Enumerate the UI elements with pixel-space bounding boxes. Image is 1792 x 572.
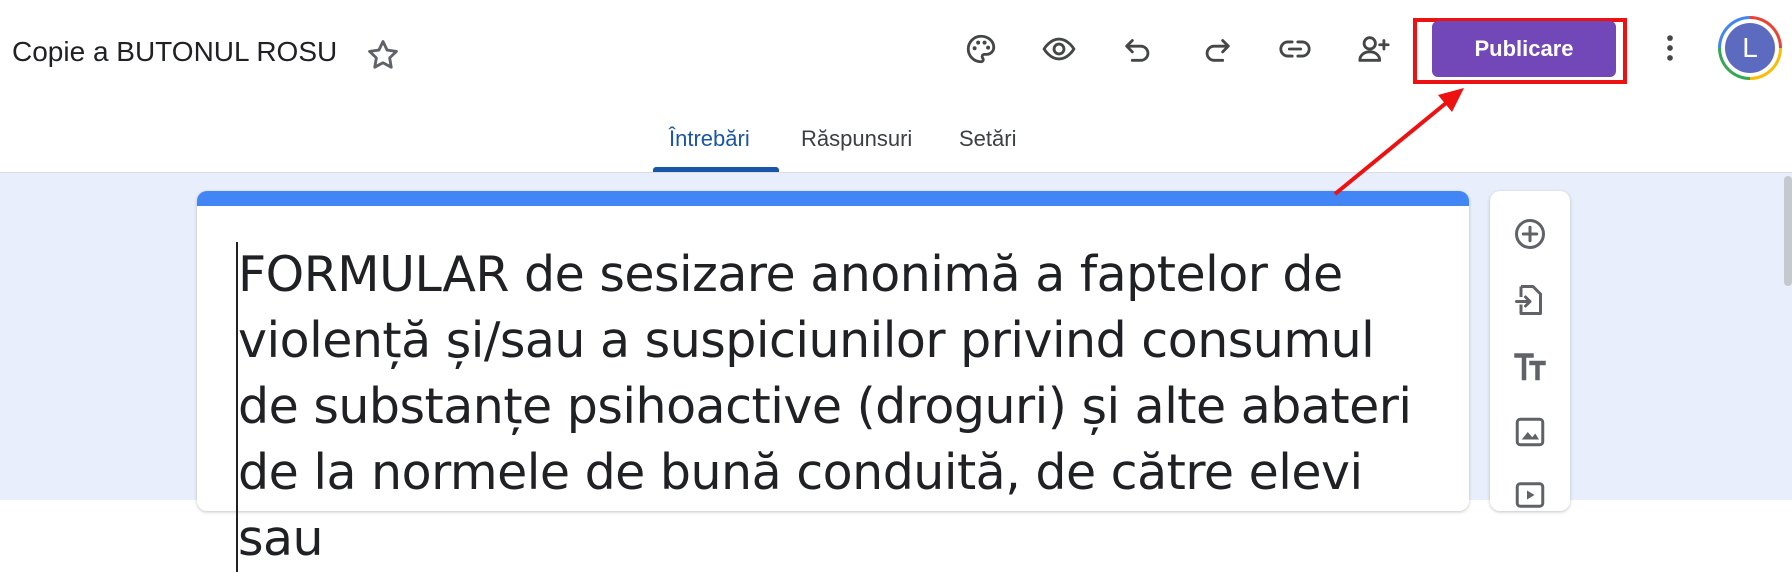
add-question-icon[interactable] [1509, 213, 1551, 255]
avatar[interactable]: L [1725, 23, 1775, 73]
tab-settings[interactable]: Setări [959, 126, 1016, 152]
publish-button[interactable]: Publicare [1432, 21, 1616, 77]
tab-bar: Întrebări Răspunsuri Setări [0, 100, 1792, 173]
redo-icon[interactable] [1196, 28, 1238, 70]
more-options-icon[interactable] [1650, 28, 1690, 68]
side-toolbar [1490, 191, 1570, 511]
tab-questions[interactable]: Întrebări [669, 126, 750, 152]
document-title[interactable]: Copie a BUTONUL ROSU [12, 36, 337, 68]
add-video-icon[interactable] [1509, 474, 1551, 516]
import-questions-icon[interactable] [1509, 279, 1551, 321]
star-icon[interactable] [364, 36, 402, 74]
form-title-input[interactable]: FORMULAR de sesizare anonimă a faptelor … [236, 242, 1438, 572]
avatar-ring: L [1718, 16, 1782, 80]
tab-responses[interactable]: Răspunsuri [801, 126, 912, 152]
add-person-icon[interactable] [1353, 28, 1395, 70]
eye-icon[interactable] [1038, 28, 1080, 70]
add-title-icon[interactable] [1509, 345, 1551, 387]
link-icon[interactable] [1274, 28, 1316, 70]
add-image-icon[interactable] [1509, 411, 1551, 453]
scrollbar[interactable] [1784, 176, 1792, 286]
active-tab-indicator [653, 167, 779, 172]
form-header-card: FORMULAR de sesizare anonimă a faptelor … [197, 191, 1469, 572]
undo-icon[interactable] [1117, 28, 1159, 70]
top-bar: Copie a BUTONUL ROSU Publicare L [0, 0, 1792, 100]
palette-icon[interactable] [960, 28, 1002, 70]
